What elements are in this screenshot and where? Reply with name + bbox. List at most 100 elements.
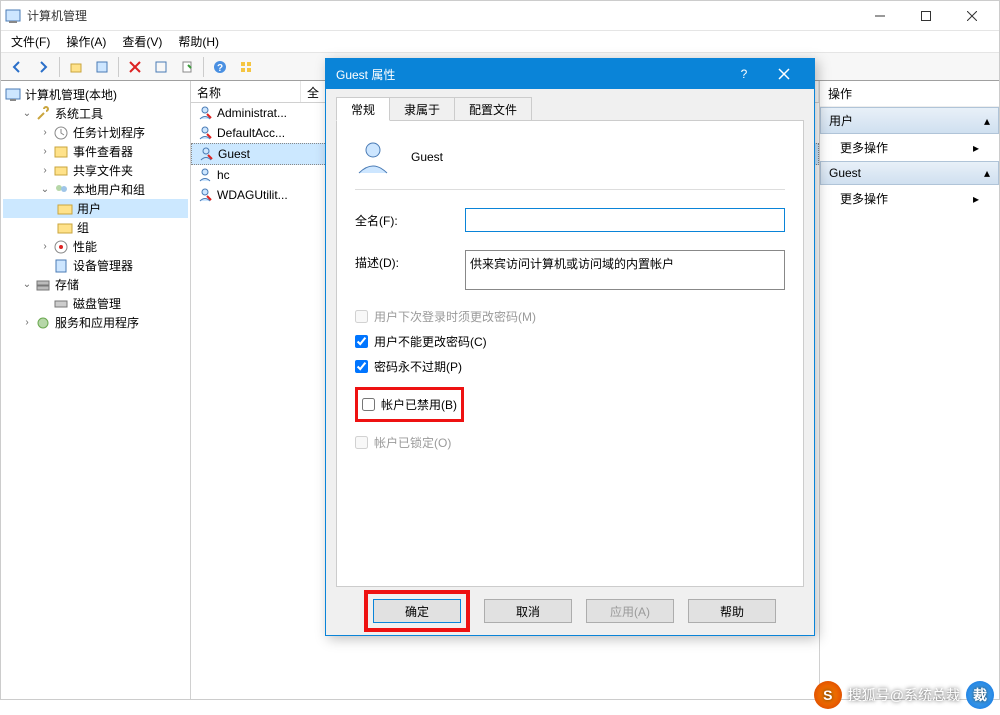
description-row: 描述(D): <box>355 250 785 290</box>
checkbox-never-expires[interactable] <box>355 360 368 373</box>
expand-icon[interactable]: › <box>39 146 51 157</box>
tree-shared-folders[interactable]: › 共享文件夹 <box>3 161 188 180</box>
ok-button[interactable]: 确定 <box>373 599 461 623</box>
toolbar-separator <box>203 57 204 77</box>
highlight-disabled-checkbox: 帐户已禁用(B) <box>355 387 464 422</box>
dialog-titlebar[interactable]: Guest 属性 ? <box>326 59 814 89</box>
actions-more-guest[interactable]: 更多操作 ▸ <box>820 185 999 212</box>
tree-local-users-groups[interactable]: ⌄ 本地用户和组 <box>3 180 188 199</box>
tree-groups[interactable]: 组 <box>3 218 188 237</box>
description-label: 描述(D): <box>355 250 465 271</box>
clock-icon <box>53 125 69 141</box>
app-icon <box>5 8 21 24</box>
row-text: WDAGUtilit... <box>217 188 288 202</box>
row-text: DefaultAcc... <box>217 126 285 140</box>
maximize-button[interactable] <box>903 1 949 31</box>
tree-services-apps[interactable]: › 服务和应用程序 <box>3 313 188 332</box>
tree-storage[interactable]: ⌄ 存储 <box>3 275 188 294</box>
folder-icon <box>57 220 73 236</box>
checkbox-label: 帐户已禁用(B) <box>381 396 457 413</box>
back-button[interactable] <box>5 55 29 79</box>
sohu-logo-icon: S <box>814 681 842 709</box>
dialog-close-button[interactable] <box>764 59 804 89</box>
view-button[interactable] <box>234 55 258 79</box>
performance-icon <box>53 239 69 255</box>
actions-group-guest[interactable]: Guest ▴ <box>820 161 999 185</box>
export-button[interactable] <box>175 55 199 79</box>
user-icon <box>197 187 213 203</box>
forward-button[interactable] <box>31 55 55 79</box>
fullname-input[interactable] <box>465 208 785 232</box>
dialog-body: 常规 隶属于 配置文件 Guest 全名(F): 描述(D): <box>326 89 814 635</box>
svg-text:?: ? <box>217 63 223 74</box>
actions-more-users[interactable]: 更多操作 ▸ <box>820 134 999 161</box>
cancel-button[interactable]: 取消 <box>484 599 572 623</box>
expand-icon[interactable]: › <box>21 317 33 328</box>
window-title: 计算机管理 <box>27 7 857 24</box>
toolbar-separator <box>118 57 119 77</box>
actions-group-users[interactable]: 用户 ▴ <box>820 107 999 134</box>
help-button[interactable]: 帮助 <box>688 599 776 623</box>
tree-label: 服务和应用程序 <box>55 314 139 331</box>
actions-item-label: 更多操作 <box>840 190 888 207</box>
checkbox-cannot-change[interactable] <box>355 335 368 348</box>
tree-system-tools[interactable]: ⌄ 系统工具 <box>3 104 188 123</box>
column-name[interactable]: 名称 <box>191 81 301 102</box>
checkbox-never-expires-row[interactable]: 密码永不过期(P) <box>355 358 785 375</box>
users-icon <box>53 182 69 198</box>
watermark-text: 搜狐号@系统总裁 <box>848 685 960 705</box>
tab-profile[interactable]: 配置文件 <box>454 97 532 121</box>
toolbar-separator <box>59 57 60 77</box>
checkbox-account-disabled-row[interactable]: 帐户已禁用(B) <box>362 396 457 413</box>
collapse-icon[interactable]: ⌄ <box>21 108 33 119</box>
tab-general[interactable]: 常规 <box>336 97 390 121</box>
tree-task-scheduler[interactable]: › 任务计划程序 <box>3 123 188 142</box>
menu-help[interactable]: 帮助(H) <box>172 31 225 52</box>
menubar: 文件(F) 操作(A) 查看(V) 帮助(H) <box>1 31 999 53</box>
checkbox-cannot-change-row[interactable]: 用户不能更改密码(C) <box>355 333 785 350</box>
tree-root-label: 计算机管理(本地) <box>25 86 117 103</box>
actions-group-label: Guest <box>829 166 861 180</box>
checkbox-locked <box>355 436 368 449</box>
menu-actions[interactable]: 操作(A) <box>60 31 112 52</box>
fullname-label: 全名(F): <box>355 208 465 229</box>
tree-event-viewer[interactable]: › 事件查看器 <box>3 142 188 161</box>
checkbox-label: 用户下次登录时须更改密码(M) <box>374 308 536 325</box>
chevron-right-icon: ▸ <box>973 192 979 206</box>
menu-file[interactable]: 文件(F) <box>5 31 56 52</box>
collapse-icon[interactable]: ⌄ <box>39 184 51 195</box>
checkbox-account-disabled[interactable] <box>362 398 375 411</box>
expand-icon[interactable]: › <box>39 165 51 176</box>
tree-disk-management[interactable]: 磁盘管理 <box>3 294 188 313</box>
properties-button[interactable] <box>90 55 114 79</box>
expand-icon[interactable]: › <box>39 127 51 138</box>
services-icon <box>35 315 51 331</box>
apply-button[interactable]: 应用(A) <box>586 599 674 623</box>
up-button[interactable] <box>64 55 88 79</box>
tree-users[interactable]: 用户 <box>3 199 188 218</box>
tab-member-of[interactable]: 隶属于 <box>389 97 455 121</box>
delete-button[interactable] <box>123 55 147 79</box>
description-input[interactable] <box>465 250 785 290</box>
tree-label: 性能 <box>73 238 97 255</box>
folder-icon <box>57 201 73 217</box>
dialog-title: Guest 属性 <box>336 66 724 83</box>
tree-device-manager[interactable]: 设备管理器 <box>3 256 188 275</box>
collapse-icon[interactable]: ⌄ <box>21 279 33 290</box>
menu-view[interactable]: 查看(V) <box>116 31 168 52</box>
chevron-up-icon: ▴ <box>984 166 990 180</box>
highlight-ok-button: 确定 <box>364 590 470 632</box>
user-icon <box>197 105 213 121</box>
expand-icon[interactable]: › <box>39 241 51 252</box>
close-button[interactable] <box>949 1 995 31</box>
refresh-button[interactable] <box>149 55 173 79</box>
minimize-button[interactable] <box>857 1 903 31</box>
dialog-help-button[interactable]: ? <box>724 59 764 89</box>
disk-icon <box>53 296 69 312</box>
actions-item-label: 更多操作 <box>840 139 888 156</box>
events-icon <box>53 144 69 160</box>
checkbox-label: 帐户已锁定(O) <box>374 434 451 451</box>
tree-root[interactable]: 计算机管理(本地) <box>3 85 188 104</box>
tree-performance[interactable]: › 性能 <box>3 237 188 256</box>
help-button[interactable]: ? <box>208 55 232 79</box>
